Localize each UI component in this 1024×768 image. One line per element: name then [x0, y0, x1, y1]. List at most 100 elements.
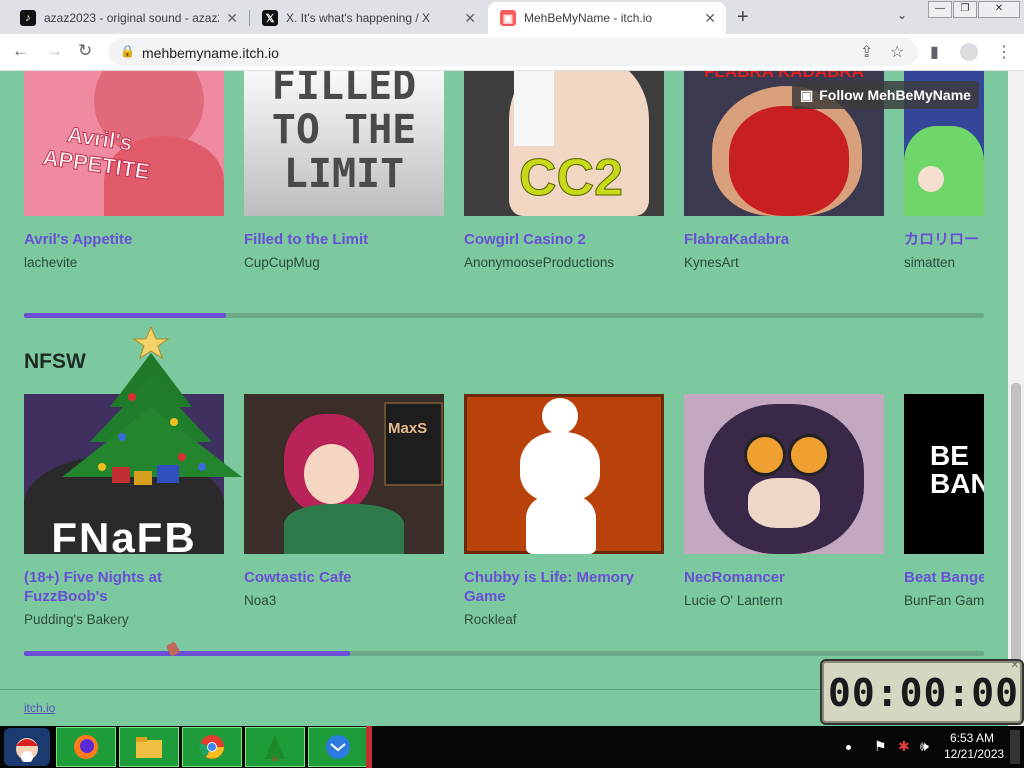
profile-avatar-icon[interactable]	[960, 43, 978, 61]
forward-icon[interactable]: →	[46, 41, 63, 61]
game-thumbnail[interactable]: CC2	[464, 71, 664, 216]
address-bar[interactable]: 🔒 mehbemyname.itch.io	[108, 38, 918, 66]
tab-tiktok[interactable]: ♪ azaz2023 - original sound - azaz2023 ✕	[8, 2, 248, 34]
game-title[interactable]: Cowtastic Cafe	[244, 568, 444, 587]
game-author[interactable]: Noa3	[244, 593, 444, 608]
folder-icon	[136, 737, 162, 758]
game-card[interactable]: BE BAN Beat Banger BunFan Games	[904, 394, 984, 608]
game-card[interactable]: MaxS Cowtastic Cafe Noa3	[244, 394, 444, 608]
bookmark-star-icon[interactable]: ☆	[890, 42, 904, 62]
share-icon[interactable]: ⇪	[860, 42, 873, 62]
game-thumbnail[interactable]: FILLED TO THE LIMIT	[244, 71, 444, 216]
follow-label: Follow MehBeMyName	[819, 87, 971, 103]
game-author[interactable]: CupCupMug	[244, 255, 444, 270]
game-title[interactable]: Chubby is Life: Memory Game	[464, 568, 664, 606]
taskbar-christmas-tree[interactable]	[245, 727, 305, 767]
minimize-button[interactable]: —	[928, 1, 952, 18]
side-panel-icon[interactable]: ▮	[930, 42, 939, 62]
timer-display: 00:00:00	[828, 671, 1020, 715]
start-button[interactable]	[4, 728, 50, 766]
game-card[interactable]: Chubby is Life: Memory Game Rockleaf	[464, 394, 664, 627]
game-author[interactable]: KynesArt	[684, 255, 884, 270]
tab-search-icon[interactable]: ⌄	[897, 8, 907, 22]
back-icon[interactable]: ←	[12, 41, 29, 61]
thumbnail-logo: FNaFB	[51, 514, 197, 554]
row-scroll-thumb[interactable]	[24, 313, 226, 318]
game-thumbnail[interactable]: Avril's APPETITE	[24, 71, 224, 216]
taskbar-edge	[366, 726, 372, 768]
game-author[interactable]: Lucie O' Lantern	[684, 593, 884, 608]
game-author[interactable]: BunFan Games	[904, 593, 984, 608]
game-title[interactable]: カロリロー	[904, 230, 984, 249]
close-tab-icon[interactable]: ✕	[704, 10, 716, 27]
game-title[interactable]: Beat Banger	[904, 568, 984, 587]
volume-icon[interactable]: 🕪	[920, 738, 929, 755]
itchio-icon: ▣	[500, 10, 516, 26]
chrome-icon	[199, 735, 224, 759]
tab-x[interactable]: 𝕏 X. It's what's happening / X ✕	[250, 2, 486, 34]
taskbar: ⚑ ✱ 🕪 6:53 AM 12/21/2023	[0, 726, 1024, 768]
tray-flag-icon[interactable]: ⚑	[874, 738, 887, 755]
page-content: Avril's APPETITE Avril's Appetite lachev…	[0, 71, 1008, 726]
game-card[interactable]: Avril's APPETITE Avril's Appetite lachev…	[24, 71, 224, 270]
thumbnail-logo: BE BAN	[930, 440, 984, 499]
game-title[interactable]: Cowgirl Casino 2	[464, 230, 664, 249]
new-tab-button[interactable]: +	[737, 6, 749, 29]
game-title[interactable]: NecRomancer	[684, 568, 884, 587]
follow-button[interactable]: ▣ Follow MehBeMyName	[792, 81, 979, 109]
game-title[interactable]: Filled to the Limit	[244, 230, 444, 249]
maximize-button[interactable]: ❐	[953, 1, 977, 18]
close-icon[interactable]: ✕	[1011, 660, 1019, 671]
footer-itchio-link[interactable]: itch.io	[24, 701, 55, 715]
page-scrollbar[interactable]	[1008, 71, 1024, 726]
game-author[interactable]: AnonymooseProductions	[464, 255, 664, 270]
tab-bar: ♪ azaz2023 - original sound - azaz2023 ✕…	[0, 0, 1024, 34]
taskbar-file-explorer[interactable]	[119, 727, 179, 767]
thumbnail-logo: FILLED TO THE LIMIT	[271, 71, 417, 197]
close-window-button[interactable]: ✕	[978, 1, 1020, 18]
game-title[interactable]: FlabraKadabra	[684, 230, 884, 249]
tray-app-icon[interactable]: ✱	[898, 738, 910, 755]
firefox-icon	[74, 735, 98, 759]
game-thumbnail[interactable]: MaxS	[244, 394, 444, 554]
game-title[interactable]: (18+) Five Nights at FuzzBoob's	[24, 568, 224, 606]
game-card[interactable]: FILLED TO THE LIMIT Filled to the Limit …	[244, 71, 444, 270]
mail-icon	[326, 735, 350, 759]
game-author[interactable]: Rockleaf	[464, 612, 664, 627]
menu-kebab-icon[interactable]: ⋮	[996, 42, 1012, 62]
game-author[interactable]: Pudding's Bakery	[24, 612, 224, 627]
stopwatch-widget[interactable]: 00:00:00 ✕	[820, 659, 1024, 725]
thumbnail-logo: CC2	[518, 149, 624, 208]
christmas-tree-icon	[265, 735, 285, 761]
tab-title: azaz2023 - original sound - azaz2023	[44, 11, 219, 25]
close-tab-icon[interactable]: ✕	[464, 10, 476, 27]
clock-time: 6:53 AM	[949, 731, 995, 745]
taskbar-mail[interactable]	[308, 727, 368, 767]
game-thumbnail[interactable]	[684, 394, 884, 554]
url-text[interactable]: mehbemyname.itch.io	[142, 45, 279, 61]
game-card[interactable]: CC2 Cowgirl Casino 2 AnonymooseProductio…	[464, 71, 664, 270]
reload-icon[interactable]: ↻	[78, 41, 92, 61]
tab-title: X. It's what's happening / X	[286, 11, 430, 25]
tab-itchio[interactable]: ▣ MehBeMyName - itch.io ✕	[488, 2, 726, 34]
system-clock[interactable]: 6:53 AM 12/21/2023	[944, 730, 1004, 762]
show-desktop-button[interactable]	[1010, 730, 1020, 764]
browser-toolbar: ← → ↻ 🔒 mehbemyname.itch.io ⇪ ☆ ▮ ⋮	[0, 34, 1024, 71]
lock-icon[interactable]: 🔒	[120, 44, 135, 58]
taskbar-chrome[interactable]	[182, 727, 242, 767]
game-title[interactable]: Avril's Appetite	[24, 230, 224, 249]
christmas-tree-decoration	[62, 327, 242, 485]
x-icon: 𝕏	[262, 10, 278, 26]
row-scroll-track[interactable]	[24, 313, 984, 318]
thumbnail-text: MaxS	[388, 420, 428, 437]
santa-icon	[16, 738, 38, 762]
row-scroll-thumb[interactable]	[24, 651, 351, 656]
game-thumbnail[interactable]: BE BAN	[904, 394, 984, 554]
game-author[interactable]: lachevite	[24, 255, 224, 270]
tab-title: MehBeMyName - itch.io	[524, 11, 653, 25]
game-thumbnail[interactable]	[464, 394, 664, 554]
taskbar-firefox[interactable]	[56, 727, 116, 767]
game-card[interactable]: NecRomancer Lucie O' Lantern	[684, 394, 884, 608]
game-author[interactable]: simatten	[904, 255, 984, 270]
close-tab-icon[interactable]: ✕	[226, 10, 238, 27]
